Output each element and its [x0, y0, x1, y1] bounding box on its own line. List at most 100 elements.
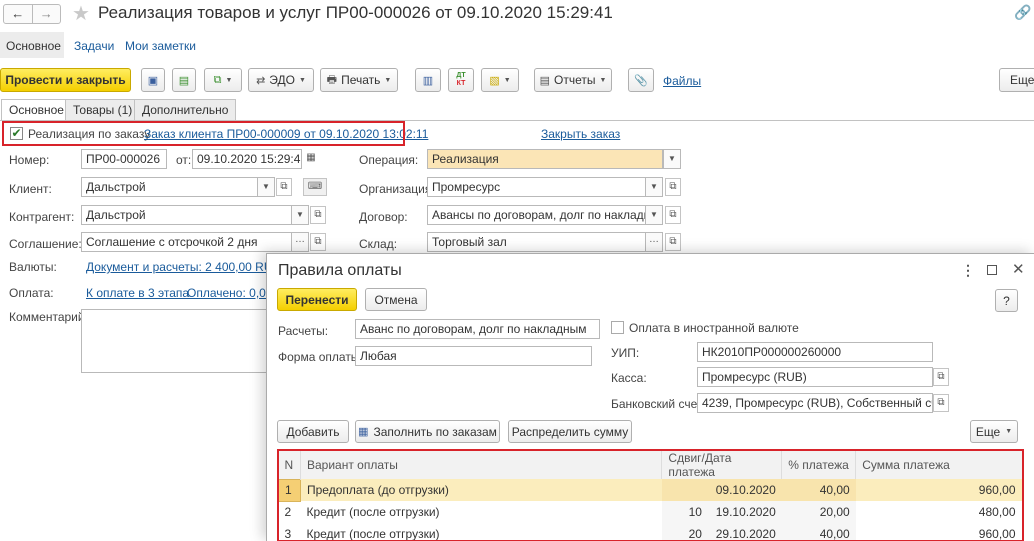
- payment-table-wrap: N Вариант оплаты Сдвиг/Дата платежа % пл…: [278, 451, 1022, 541]
- row-sum[interactable]: 960,00: [856, 523, 1022, 541]
- tab-goods[interactable]: Товары (1): [65, 99, 141, 120]
- org-dropdown-icon[interactable]: ▼: [645, 177, 663, 197]
- row-date[interactable]: 20 29.10.2020: [661, 523, 782, 541]
- nav-tab-main[interactable]: Основное: [0, 32, 64, 58]
- col-shift-date[interactable]: Сдвиг/Дата платежа: [661, 451, 783, 479]
- calendar-icon[interactable]: ▦: [303, 150, 319, 168]
- journal-button[interactable]: ▥: [415, 68, 441, 92]
- row-date[interactable]: 09.10.2020: [661, 479, 782, 501]
- currency-link[interactable]: Документ и расчеты: 2 400,00 RUB: [86, 260, 281, 274]
- transfer-button[interactable]: Перенести: [277, 288, 357, 311]
- contractor-label: Контрагент:: [9, 210, 75, 224]
- client-open-icon[interactable]: ⧉: [276, 178, 292, 196]
- contract-open-icon[interactable]: ⧉: [665, 206, 681, 224]
- tab-divider: [0, 120, 1034, 121]
- cash-open-icon[interactable]: ⧉: [933, 368, 949, 386]
- foreign-currency-checkbox[interactable]: [611, 321, 624, 334]
- nav-tab-notes[interactable]: Мои заметки: [125, 39, 196, 53]
- contract-field[interactable]: Авансы по договорам, долг по накладным: [427, 205, 646, 225]
- order-checkbox[interactable]: ✔: [10, 127, 23, 140]
- warehouse-field[interactable]: Торговый зал: [427, 232, 646, 252]
- link-icon[interactable]: 🔗: [1014, 4, 1031, 21]
- structure-button[interactable]: ▧ ▼: [481, 68, 519, 92]
- forward-arrow-icon[interactable]: →: [33, 5, 61, 23]
- back-arrow-icon[interactable]: ←: [4, 5, 33, 23]
- more-button[interactable]: Еще: [999, 68, 1034, 92]
- bank-open-icon[interactable]: ⧉: [933, 394, 949, 412]
- close-order-link[interactable]: Закрыть заказ: [541, 127, 620, 141]
- operation-dropdown-icon[interactable]: ▼: [663, 149, 681, 169]
- row-variant[interactable]: Предоплата (до отгрузки): [300, 479, 661, 501]
- org-field[interactable]: Промресурс: [427, 177, 646, 197]
- pay-form-field[interactable]: Любая: [355, 346, 592, 366]
- post-button[interactable]: ▤: [172, 68, 196, 92]
- row-percent[interactable]: 40,00: [781, 479, 856, 501]
- table-row[interactable]: 1 Предоплата (до отгрузки) 09.10.2020 40…: [278, 478, 1022, 502]
- warehouse-select-icon[interactable]: …: [645, 232, 663, 252]
- row-variant[interactable]: Кредит (после отгрузки): [300, 501, 661, 523]
- client-field[interactable]: Дальстрой: [81, 177, 260, 197]
- row-percent[interactable]: 40,00: [781, 523, 856, 541]
- payment-link[interactable]: К оплате в 3 этапа: [86, 286, 189, 300]
- close-icon[interactable]: ✕: [1012, 260, 1025, 278]
- save-button[interactable]: ▣: [141, 68, 165, 92]
- row-sum[interactable]: 960,00: [856, 479, 1022, 501]
- row-n: 1: [278, 478, 301, 502]
- row-sum[interactable]: 480,00: [856, 501, 1022, 523]
- dt-kt-button[interactable]: ДТ КТ: [448, 68, 474, 92]
- date-field[interactable]: 09.10.2020 15:29:41: [192, 149, 302, 169]
- contractor-dropdown-icon[interactable]: ▼: [291, 205, 309, 225]
- cancel-button[interactable]: Отмена: [365, 288, 427, 311]
- add-button[interactable]: Добавить: [277, 420, 349, 443]
- col-n[interactable]: N: [278, 451, 301, 479]
- cash-field[interactable]: Промресурс (RUB): [697, 367, 933, 387]
- contractor-open-icon[interactable]: ⧉: [310, 206, 326, 224]
- help-button[interactable]: ?: [995, 289, 1018, 312]
- nav-tab-tasks[interactable]: Задачи: [74, 39, 114, 53]
- nav-arrows: ← →: [3, 4, 61, 24]
- agreement-label: Соглашение:: [9, 237, 82, 251]
- settlements-field[interactable]: Аванс по договорам, долг по накладным: [355, 319, 600, 339]
- table-row[interactable]: 3 Кредит (после отгрузки) 20 29.10.2020 4…: [279, 523, 1022, 541]
- row-date[interactable]: 10 19.10.2020: [661, 501, 782, 523]
- col-variant[interactable]: Вариант оплаты: [300, 451, 663, 479]
- tab-main[interactable]: Основное: [1, 99, 72, 121]
- attach-button[interactable]: 📎: [628, 68, 654, 92]
- files-link[interactable]: Файлы: [663, 74, 701, 88]
- org-open-icon[interactable]: ⧉: [665, 178, 681, 196]
- edo-button[interactable]: ⇄ ЭДО ▼: [248, 68, 314, 92]
- menu-dots-icon[interactable]: ⋮: [961, 262, 975, 279]
- post-and-close-button[interactable]: Провести и закрыть: [0, 68, 131, 92]
- maximize-icon[interactable]: [987, 265, 997, 275]
- chevron-down-icon: ▼: [599, 76, 607, 84]
- print-button[interactable]: 🖶 Печать ▼: [320, 68, 398, 92]
- comment-textarea[interactable]: [81, 309, 281, 373]
- create-based-on-button[interactable]: ⧉ ▼: [204, 68, 242, 92]
- keyboard-icon[interactable]: ⌨: [303, 178, 327, 196]
- bank-field[interactable]: 4239, Промресурс (RUB), Собственный счет: [697, 393, 933, 413]
- number-field[interactable]: ПР00-000026: [81, 149, 167, 169]
- col-sum[interactable]: Сумма платежа: [855, 451, 1022, 479]
- contractor-field[interactable]: Дальстрой: [81, 205, 292, 225]
- bank-label: Банковский счет:: [611, 397, 706, 411]
- dialog-more-button[interactable]: Еще ▼: [970, 420, 1018, 443]
- agreement-select-icon[interactable]: …: [291, 232, 309, 252]
- operation-field[interactable]: Реализация: [427, 149, 663, 169]
- row-variant[interactable]: Кредит (после отгрузки): [300, 523, 661, 541]
- agreement-field[interactable]: Соглашение с отсрочкой 2 дня: [81, 232, 292, 252]
- table-row[interactable]: 2 Кредит (после отгрузки) 10 19.10.2020 2…: [279, 501, 1022, 523]
- window-title: Реализация товаров и услуг ПР00-000026 о…: [98, 3, 613, 22]
- fill-by-orders-button[interactable]: ▦ Заполнить по заказам: [355, 420, 500, 443]
- agreement-open-icon[interactable]: ⧉: [310, 233, 326, 251]
- uip-field[interactable]: НК2010ПР000000260000: [697, 342, 933, 362]
- col-percent[interactable]: % платежа: [781, 451, 857, 479]
- distribute-sum-button[interactable]: Распределить сумму: [508, 420, 632, 443]
- warehouse-open-icon[interactable]: ⧉: [665, 233, 681, 251]
- order-link[interactable]: Заказ клиента ПР00-000009 от 09.10.2020 …: [144, 127, 428, 141]
- contract-dropdown-icon[interactable]: ▼: [645, 205, 663, 225]
- row-percent[interactable]: 20,00: [781, 501, 856, 523]
- tab-additional[interactable]: Дополнительно: [134, 99, 237, 120]
- favorite-star-icon[interactable]: ★: [72, 1, 90, 26]
- reports-button[interactable]: ▤ Отчеты ▼: [534, 68, 612, 92]
- client-dropdown-icon[interactable]: ▼: [257, 177, 275, 197]
